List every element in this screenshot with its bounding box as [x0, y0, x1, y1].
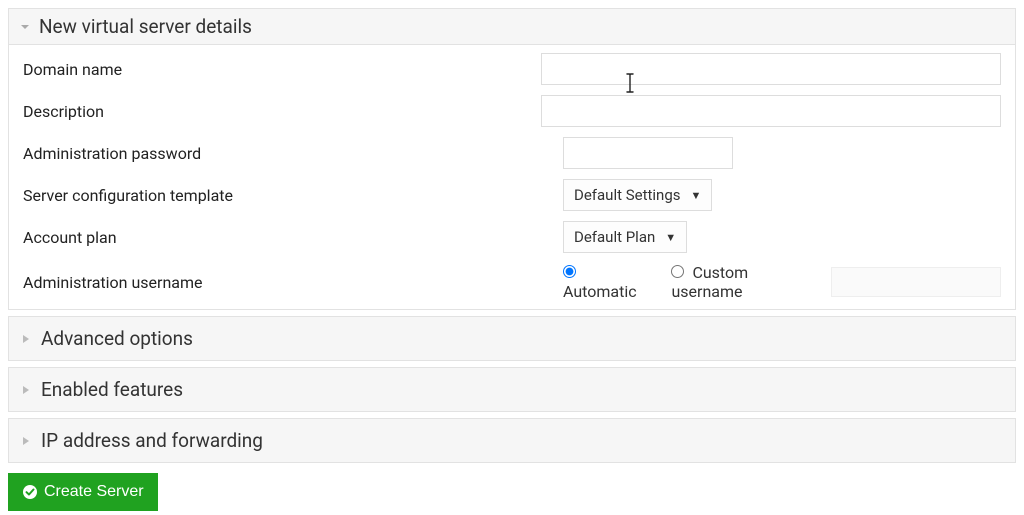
section-body-details: Domain name Description Administration p… [8, 45, 1016, 310]
label-admin-password: Administration password [23, 144, 563, 163]
section-header-details[interactable]: New virtual server details [8, 8, 1016, 45]
description-input[interactable] [541, 95, 1001, 127]
radio-automatic-text: Automatic [563, 282, 637, 301]
section-header-advanced[interactable]: Advanced options [8, 316, 1016, 361]
check-circle-icon [22, 484, 38, 500]
section-title-features: Enabled features [41, 378, 183, 401]
domain-name-input[interactable] [541, 53, 1001, 85]
label-admin-user: Administration username [23, 273, 563, 292]
label-description: Description [23, 102, 541, 121]
plan-select[interactable]: Default Plan ▼ [563, 221, 687, 253]
create-server-button[interactable]: Create Server [8, 473, 158, 511]
section-header-ip[interactable]: IP address and forwarding [8, 418, 1016, 463]
plan-selected-value: Default Plan [574, 228, 655, 246]
admin-password-input[interactable] [563, 137, 733, 169]
admin-user-radio-group: Automatic Custom username [563, 263, 1001, 301]
radio-automatic-label[interactable]: Automatic [563, 263, 654, 301]
section-header-features[interactable]: Enabled features [8, 367, 1016, 412]
caret-down-icon: ▼ [665, 231, 676, 244]
template-select[interactable]: Default Settings ▼ [563, 179, 712, 211]
radio-custom-label[interactable]: Custom username [671, 263, 817, 301]
custom-username-input[interactable] [831, 267, 1001, 297]
create-server-label: Create Server [44, 483, 144, 501]
row-description: Description [23, 95, 1001, 127]
chevron-down-icon [19, 21, 31, 33]
chevron-right-icon [21, 384, 31, 396]
radio-automatic[interactable] [563, 265, 576, 278]
section-title-ip: IP address and forwarding [41, 429, 263, 452]
section-title-advanced: Advanced options [41, 327, 193, 350]
row-plan: Account plan Default Plan ▼ [23, 221, 1001, 253]
template-selected-value: Default Settings [574, 186, 681, 204]
label-plan: Account plan [23, 228, 563, 247]
label-domain: Domain name [23, 60, 541, 79]
chevron-right-icon [21, 333, 31, 345]
caret-down-icon: ▼ [691, 189, 702, 202]
label-template: Server configuration template [23, 186, 563, 205]
chevron-right-icon [21, 435, 31, 447]
row-admin-user: Administration username Automatic Custom… [23, 263, 1001, 301]
row-template: Server configuration template Default Se… [23, 179, 1001, 211]
section-title-details: New virtual server details [39, 15, 252, 38]
row-admin-password: Administration password [23, 137, 1001, 169]
row-domain: Domain name [23, 53, 1001, 85]
radio-custom[interactable] [671, 265, 684, 278]
